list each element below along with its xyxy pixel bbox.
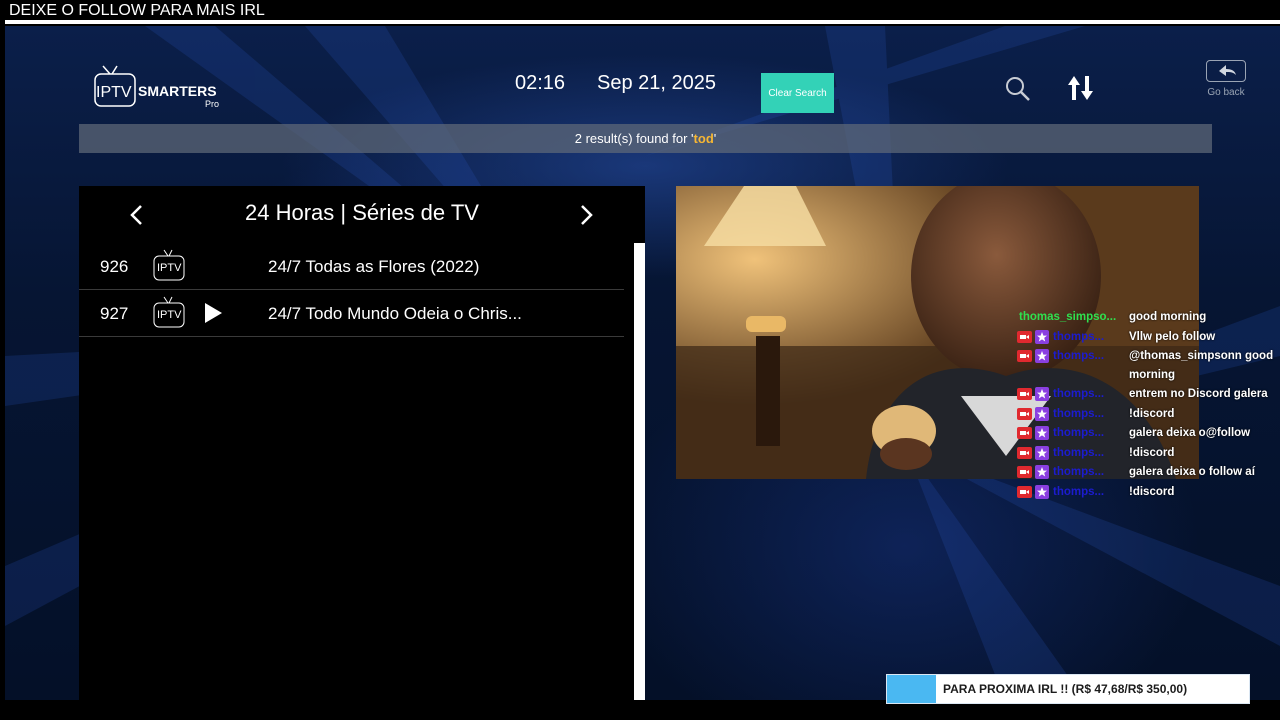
logo-pro-text: Pro bbox=[205, 99, 219, 109]
chat-username: thomps... bbox=[1053, 388, 1105, 400]
search-result-bar: 2 result(s) found for 'tod' bbox=[79, 124, 1212, 153]
star-badge-icon bbox=[1035, 349, 1049, 363]
camera-badge-icon bbox=[1017, 407, 1032, 420]
sort-icon[interactable] bbox=[1067, 74, 1095, 102]
donation-goal-bar: PARA PROXIMA IRL !! (R$ 47,68/R$ 350,00) bbox=[886, 674, 1250, 704]
current-time: 02:16 bbox=[515, 72, 566, 94]
logo-iptv-text: IPTV bbox=[96, 84, 132, 101]
chat-message: thomps... !discord bbox=[1017, 405, 1279, 425]
chat-text: Vllw pelo follow bbox=[1129, 330, 1216, 343]
star-badge-icon bbox=[1035, 406, 1049, 421]
channel-logo-icon: IPTV bbox=[152, 296, 186, 330]
star-badge-icon bbox=[1035, 329, 1049, 344]
stream-overlay-banner: DEIXE O FOLLOW PARA MAIS IRL bbox=[0, 0, 1280, 22]
channel-logo-icon: IPTV bbox=[152, 249, 186, 283]
chevron-right-icon[interactable] bbox=[578, 203, 594, 227]
chat-username: thomps... bbox=[1053, 350, 1105, 362]
list-scrollbar[interactable] bbox=[634, 243, 645, 700]
camera-badge-icon bbox=[1017, 466, 1032, 478]
camera-badge-icon bbox=[1017, 427, 1032, 439]
star-badge-icon bbox=[1035, 484, 1049, 499]
category-title: 24 Horas | Séries de TV bbox=[245, 200, 479, 225]
category-header: 24 Horas | Séries de TV bbox=[79, 186, 645, 243]
result-prefix: 2 result(s) found for ' bbox=[574, 131, 694, 146]
svg-text:IPTV: IPTV bbox=[157, 262, 182, 274]
star-badge-icon bbox=[1035, 426, 1049, 440]
chat-message: thomps... Vllw pelo follow bbox=[1017, 328, 1279, 348]
channel-list: 926 IPTV 24/7 Todas as Flores (2022) 927… bbox=[79, 243, 645, 700]
chat-message: thomps... !discord bbox=[1017, 483, 1279, 503]
search-query: tod bbox=[693, 131, 714, 146]
chat-text: !discord bbox=[1129, 407, 1175, 420]
chat-message: thomps... entrem no Discord galera bbox=[1017, 385, 1279, 405]
channel-number: 926 bbox=[100, 257, 129, 276]
clear-search-button[interactable]: Clear Search bbox=[761, 73, 834, 113]
chat-username: thomps... bbox=[1053, 446, 1105, 459]
chat-text: !discord bbox=[1129, 446, 1175, 459]
chat-username: thomps... bbox=[1053, 427, 1105, 439]
play-icon[interactable] bbox=[203, 302, 223, 324]
chat-username: thomps... bbox=[1053, 485, 1105, 498]
channel-title: 24/7 Todo Mundo Odeia o Chris... bbox=[268, 304, 522, 323]
channel-list-panel: 24 Horas | Séries de TV 926 IPTV 24/7 To… bbox=[79, 186, 645, 700]
chat-username: thomps... bbox=[1053, 407, 1105, 420]
star-badge-icon bbox=[1035, 445, 1049, 460]
back-arrow-icon bbox=[1206, 60, 1246, 82]
channel-row[interactable]: 926 IPTV 24/7 Todas as Flores (2022) bbox=[79, 243, 624, 290]
iptv-app-window: IPTV SMARTERS Pro 02:16 Sep 21, 2025 Cle… bbox=[5, 26, 1280, 700]
donation-progress-fill bbox=[887, 675, 937, 703]
chat-text: galera deixa o follow aí bbox=[1129, 466, 1255, 478]
go-back-button[interactable]: Go back bbox=[1203, 60, 1249, 104]
chat-text: @thomas_simpsonn good morning bbox=[1129, 350, 1274, 381]
chat-username: thomps... bbox=[1053, 330, 1105, 343]
star-badge-icon bbox=[1035, 387, 1049, 401]
chat-message: thomps... galera deixa o follow aí bbox=[1017, 463, 1279, 483]
iptv-smarters-logo: IPTV SMARTERS Pro bbox=[93, 63, 233, 115]
stream-chat-overlay: thomas_simpso... good morning thomps... … bbox=[1017, 308, 1279, 502]
channel-number: 927 bbox=[100, 304, 129, 323]
chat-message: thomps... @thomas_simpsonn good morning bbox=[1017, 347, 1279, 385]
chat-message: thomps... galera deixa o@follow bbox=[1017, 424, 1279, 444]
chat-message: thomps... !discord bbox=[1017, 444, 1279, 464]
svg-text:IPTV: IPTV bbox=[157, 309, 182, 321]
chat-text: entrem no Discord galera bbox=[1129, 388, 1268, 400]
channel-row[interactable]: 927 IPTV 24/7 Todo Mundo Odeia o Chris..… bbox=[79, 290, 624, 337]
chat-text: good morning bbox=[1129, 311, 1207, 323]
camera-badge-icon bbox=[1017, 446, 1032, 459]
overlay-divider bbox=[5, 20, 1280, 24]
current-date: Sep 21, 2025 bbox=[597, 72, 716, 94]
chat-text: !discord bbox=[1129, 485, 1175, 498]
chat-message: thomas_simpso... good morning bbox=[1017, 308, 1279, 328]
camera-badge-icon bbox=[1017, 350, 1032, 362]
camera-badge-icon bbox=[1017, 485, 1032, 498]
logo-smarters-text: SMARTERS bbox=[138, 83, 217, 99]
camera-badge-icon bbox=[1017, 388, 1032, 400]
result-suffix: ' bbox=[713, 131, 717, 146]
chat-username: thomas_simpso... bbox=[1019, 311, 1117, 323]
chat-text: galera deixa o@follow bbox=[1129, 427, 1251, 439]
chat-username: thomps... bbox=[1053, 466, 1105, 478]
camera-badge-icon bbox=[1017, 330, 1032, 343]
go-back-label: Go back bbox=[1207, 87, 1245, 98]
star-badge-icon bbox=[1035, 465, 1049, 479]
search-icon[interactable] bbox=[1005, 76, 1031, 102]
donation-goal-label: PARA PROXIMA IRL !! (R$ 47,68/R$ 350,00) bbox=[943, 682, 1188, 696]
channel-title: 24/7 Todas as Flores (2022) bbox=[268, 257, 480, 276]
